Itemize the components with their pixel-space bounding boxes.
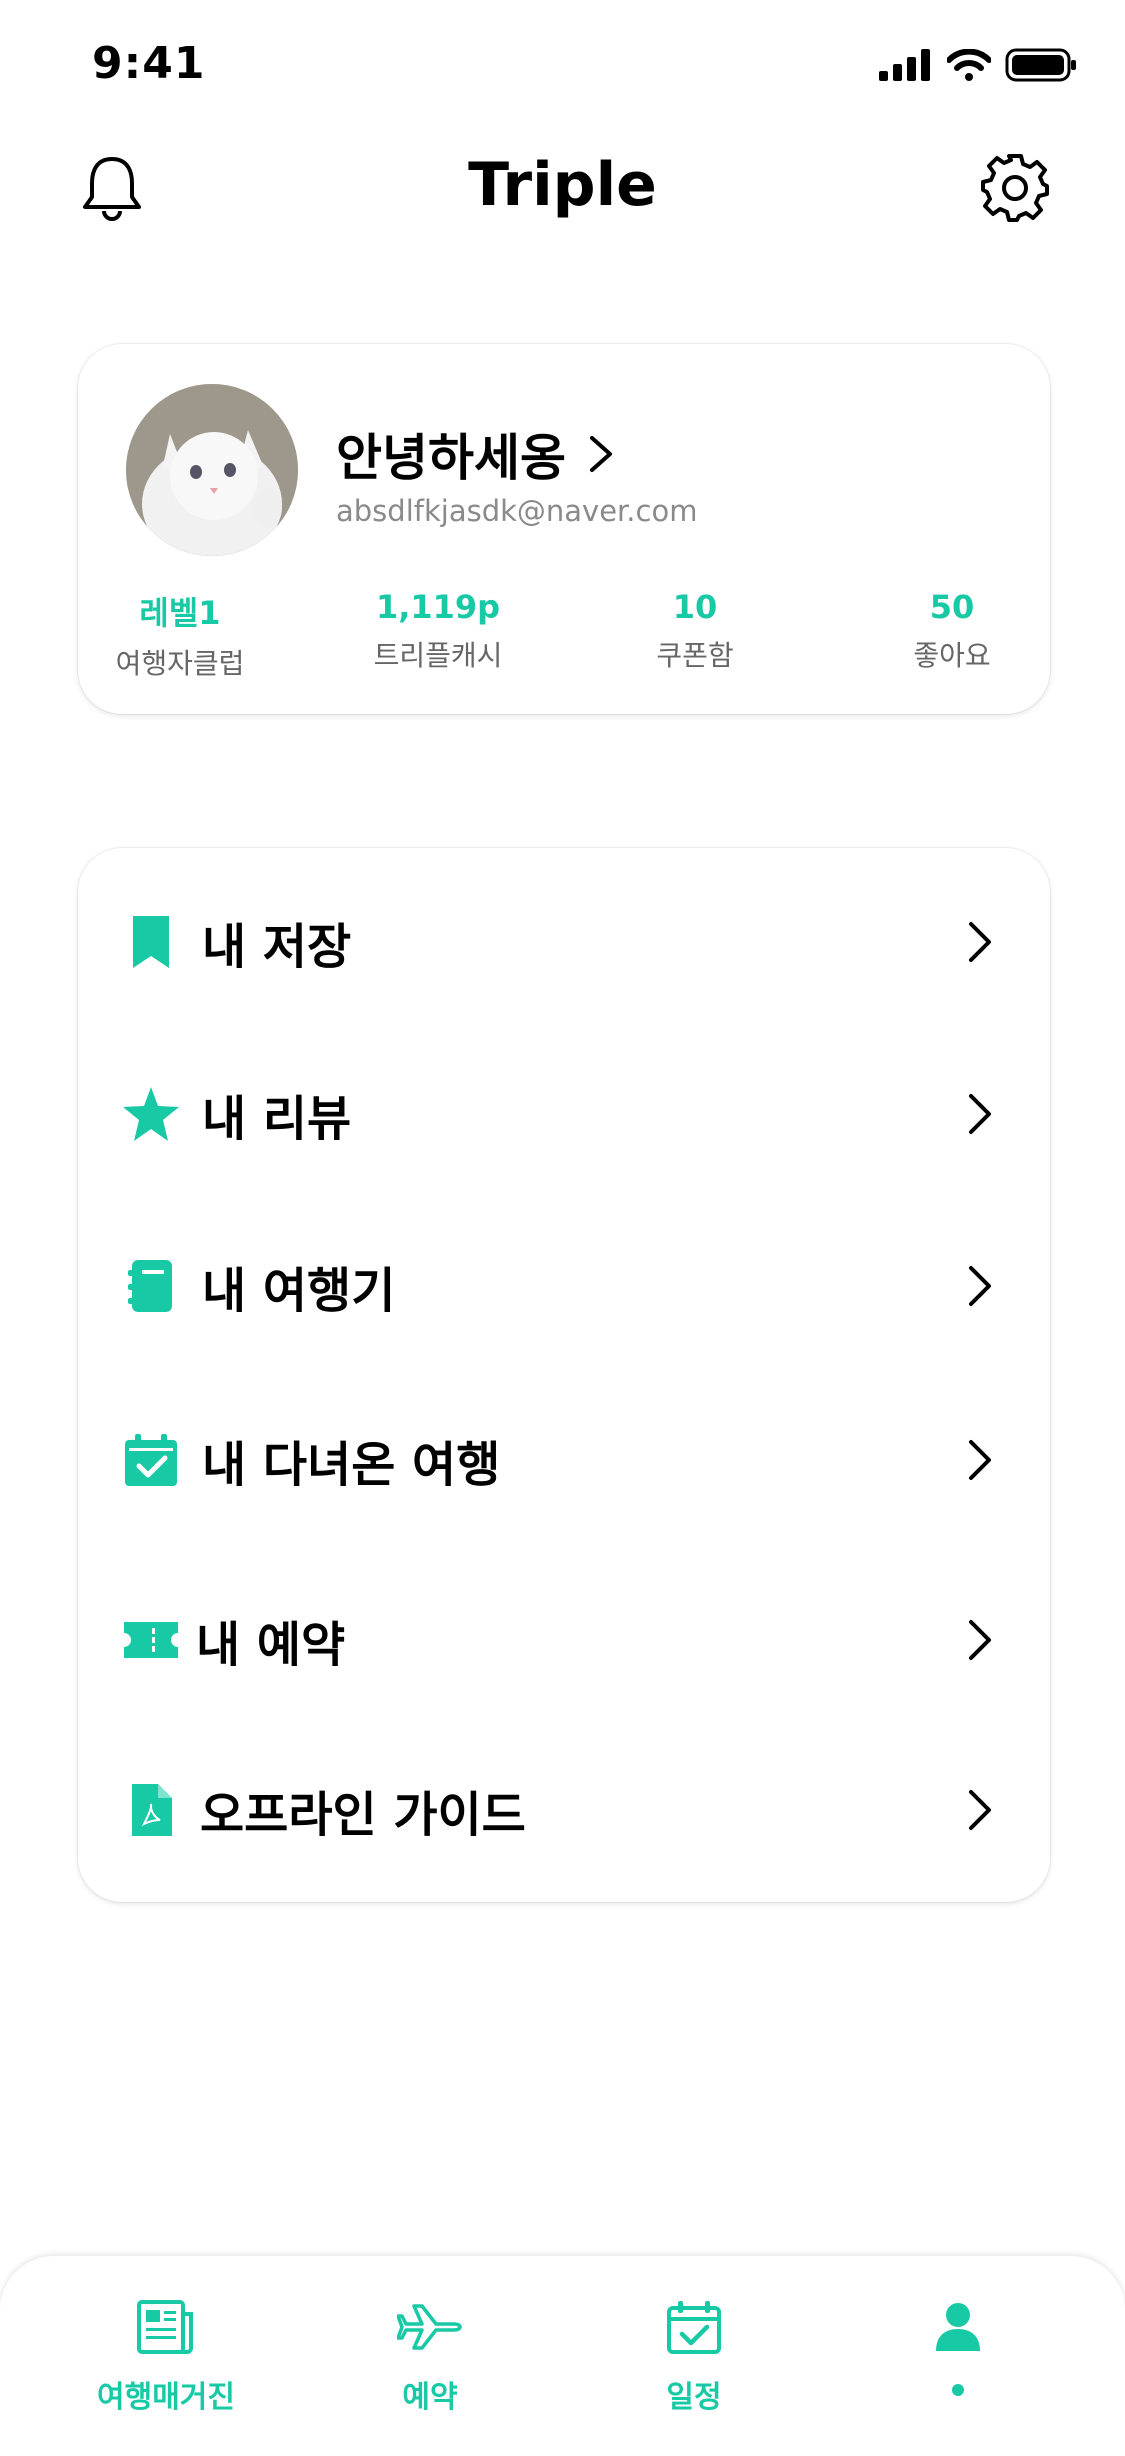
menu-item-saved[interactable]: 내 저장: [78, 892, 1050, 992]
stat-likes[interactable]: 50 좋아요: [832, 588, 1072, 674]
person-icon: [923, 2292, 993, 2362]
menu-item-label: 내 저장: [202, 919, 352, 975]
chevron-right-icon: [590, 436, 612, 472]
signal-icon: [879, 49, 930, 81]
calendar-check-icon: [659, 2292, 729, 2362]
menu-item-label: 내 다녀온 여행: [202, 1437, 501, 1493]
chevron-right-icon: [960, 1084, 1000, 1144]
battery-icon: [1005, 48, 1076, 82]
stat-value: 50: [929, 588, 975, 626]
menu-item-past-trips[interactable]: 내 다녀온 여행: [78, 1410, 1050, 1510]
chevron-right-icon: [960, 1430, 1000, 1490]
star-icon: [116, 1079, 186, 1149]
status-icons: [879, 48, 1077, 82]
bookmark-icon: [116, 907, 186, 977]
menu-item-offline-guide[interactable]: 오프라인 가이드: [78, 1760, 1050, 1860]
calendar-check-icon: [116, 1425, 186, 1495]
menu-item-reservations[interactable]: 내 예약: [78, 1590, 1050, 1690]
magazine-icon: [131, 2292, 201, 2362]
avatar[interactable]: [126, 384, 298, 556]
status-time: 9:41: [92, 38, 206, 89]
ticket-icon: [116, 1605, 186, 1675]
menu-item-travelogue[interactable]: 내 여행기: [78, 1236, 1050, 1336]
settings-gear-icon[interactable]: [975, 148, 1055, 228]
chevron-right-icon: [960, 1610, 1000, 1670]
tab-label: 예약: [402, 2380, 458, 2415]
stat-value: 레벨1: [139, 594, 221, 632]
stat-coupons[interactable]: 10 쿠폰함: [575, 588, 815, 674]
notebook-icon: [116, 1251, 186, 1321]
wifi-icon: [947, 49, 991, 81]
tab-label: 여행매거진: [97, 2380, 235, 2415]
chevron-right-icon: [960, 1256, 1000, 1316]
chevron-right-icon: [960, 1780, 1000, 1840]
greeting-text: 안녕하세옹: [336, 429, 566, 487]
tab-magazine[interactable]: 여행매거진: [56, 2292, 276, 2416]
pdf-file-icon: [116, 1775, 186, 1845]
menu-item-label: 내 리뷰: [202, 1091, 352, 1147]
profile-email: absdlfkjasdk@naver.com: [336, 494, 698, 528]
menu-item-label: 오프라인 가이드: [200, 1787, 526, 1843]
menu-item-label: 내 여행기: [202, 1263, 396, 1319]
stat-label: 좋아요: [913, 639, 991, 672]
stat-value: 10: [672, 588, 718, 626]
stat-label: 트리플캐시: [373, 639, 503, 672]
active-tab-indicator: [952, 2384, 964, 2396]
stat-label: 쿠폰함: [656, 639, 734, 672]
tab-schedule[interactable]: 일정: [584, 2292, 804, 2416]
stat-cash[interactable]: 1,119p 트리플캐시: [318, 588, 558, 674]
tab-label: 일정: [666, 2380, 722, 2415]
menu-item-label: 내 예약: [196, 1617, 346, 1673]
cat-photo: [126, 384, 298, 556]
chevron-right-icon: [960, 912, 1000, 972]
stat-label: 여행자클럽: [115, 647, 245, 680]
menu-item-reviews[interactable]: 내 리뷰: [78, 1064, 1050, 1164]
airplane-icon: [395, 2292, 465, 2362]
stat-value: 1,119p: [375, 588, 501, 626]
tab-reservation[interactable]: 예약: [320, 2292, 540, 2416]
stat-level[interactable]: 레벨1 여행자클럽: [60, 588, 300, 682]
menu-card: [78, 848, 1050, 1902]
tab-my-profile[interactable]: [848, 2292, 1068, 2396]
app-title: Triple: [468, 150, 657, 220]
profile-greeting-link[interactable]: 안녕하세옹: [336, 418, 614, 490]
